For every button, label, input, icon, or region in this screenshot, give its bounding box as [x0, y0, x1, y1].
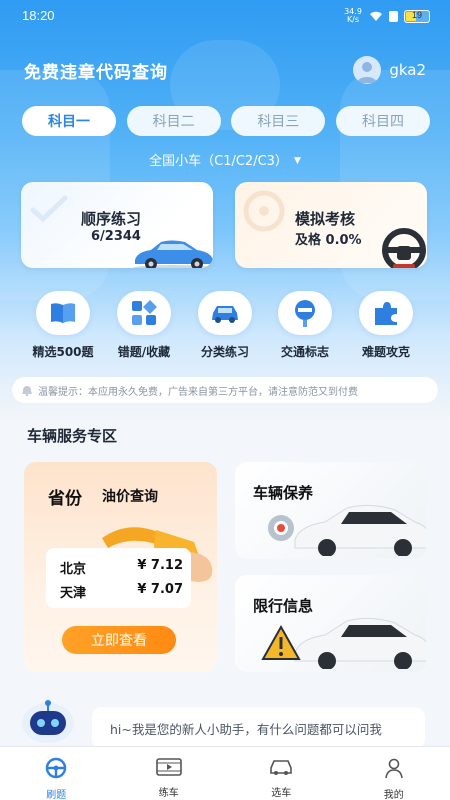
video-icon [155, 758, 182, 776]
avatar-person-icon [357, 62, 378, 83]
tab-choose-car[interactable]: 选车 [225, 747, 338, 800]
page-title: 免费违章代码查询 [24, 63, 168, 83]
tab-label: 选车 [271, 788, 292, 799]
username: gka2 [389, 61, 426, 79]
wifi-icon [370, 11, 382, 21]
grid-icon [132, 300, 157, 325]
quick-item-category[interactable]: 分类练习 [185, 291, 265, 360]
white-car-illustration [294, 504, 426, 556]
tab-subject-4[interactable]: 科目四 [335, 106, 430, 136]
white-car-illustration [294, 617, 426, 669]
sequential-practice-card[interactable]: 顺序练习 6/2344 [21, 182, 213, 268]
gear-icon [268, 515, 294, 541]
quick-item-hard-questions[interactable]: 难题攻克 [346, 291, 426, 360]
quick-item-label: 交通标志 [280, 345, 329, 359]
quick-item-icon-wrap [36, 291, 90, 335]
oil-price-list: 北京 ¥ 7.12 天津 ¥ 7.07 [46, 548, 191, 608]
quick-item-label: 分类练习 [200, 345, 249, 359]
province-label[interactable]: 省份 [48, 484, 82, 509]
book-icon [51, 303, 75, 323]
tab-label: 练车 [158, 788, 179, 799]
section-title-vehicle-services: 车辆服务专区 [27, 427, 118, 445]
city-name: 天津 [60, 586, 87, 601]
price-row: 北京 ¥ 7.12 [60, 558, 183, 577]
battery-level: 19 [411, 9, 422, 20]
price-row: 天津 ¥ 7.07 [60, 582, 183, 601]
tab-label: 刷题 [46, 790, 67, 800]
assistant-bubble: hi~我是您的新人小助手，有什么问题都可以问我 [92, 707, 425, 749]
quick-item-icon-wrap [359, 291, 413, 335]
car-type-selector[interactable]: 全国小车（C1/C2/C3） ▼ [0, 150, 450, 169]
tab-subject-2[interactable]: 科目二 [126, 106, 221, 136]
restriction-card[interactable]: 限行信息 [235, 575, 426, 672]
steering-wheel-illustration [382, 228, 426, 268]
tab-driving-practice[interactable]: 练车 [113, 747, 226, 800]
mock-exam-card[interactable]: 模拟考核 及格 0.0% [235, 182, 427, 268]
car-type-label: 全国小车（C1/C2/C3） [149, 154, 288, 169]
bottom-tab-bar: 刷题 练车 选车 我的 [0, 746, 450, 800]
user-profile[interactable]: gka2 [353, 56, 426, 84]
quick-item-mistakes[interactable]: 错题/收藏 [104, 291, 184, 360]
status-bar: 18:20 34.9 K/s 19 [0, 0, 450, 30]
warning-icon [261, 625, 301, 660]
steering-watermark-icon [243, 190, 285, 232]
oil-price-card[interactable]: 省份 油价查询 北京 ¥ 7.12 天津 ¥ 7.07 立即查看 [24, 462, 217, 672]
quick-item-selected-500[interactable]: 精选500题 [23, 291, 103, 360]
battery-icon: 19 [404, 9, 430, 23]
tab-subject-3[interactable]: 科目三 [231, 106, 326, 136]
subject-tabs: 科目一 科目二 科目三 科目四 [22, 106, 430, 136]
city-name: 北京 [60, 562, 87, 577]
puzzle-icon [375, 302, 397, 325]
avatar[interactable] [353, 56, 382, 84]
tab-practice-questions[interactable]: 刷题 [0, 747, 113, 800]
checkmark-watermark-icon [30, 195, 68, 223]
quick-item-icon-wrap [117, 291, 171, 335]
robot-assistant-icon[interactable] [16, 697, 80, 749]
mock-exam-pass-rate: 及格 0.0% [295, 233, 362, 248]
person-icon [384, 758, 403, 779]
quick-item-traffic-signs[interactable]: 交通标志 [265, 291, 345, 360]
notice-text: 温馨提示：本应用永久免费，广告来自第三方平台，请注意防范又到付费 [38, 386, 358, 398]
blue-car-illustration [133, 240, 213, 268]
quick-item-icon-wrap [198, 291, 252, 335]
quick-item-label: 精选500题 [32, 345, 94, 359]
quick-item-icon-wrap [278, 291, 332, 335]
steering-wheel-icon [46, 757, 67, 779]
city-price: ¥ 7.07 [137, 582, 183, 597]
top-bar: 免费违章代码查询 gka2 [24, 56, 426, 84]
assistant-chat[interactable]: hi~我是您的新人小助手，有什么问题都可以问我 [0, 695, 450, 750]
tab-subject-1[interactable]: 科目一 [22, 106, 116, 136]
mock-exam-label: 模拟考核 [295, 210, 356, 228]
maintenance-card[interactable]: 车辆保养 [235, 462, 426, 559]
tab-mine[interactable]: 我的 [338, 747, 450, 800]
tab-label: 我的 [383, 790, 404, 800]
quick-item-label: 错题/收藏 [117, 345, 171, 359]
sign-icon [295, 300, 315, 327]
notice-bar: 温馨提示：本应用永久免费，广告来自第三方平台，请注意防范又到付费 [12, 377, 438, 403]
car-icon [212, 306, 238, 323]
car-outline-icon [270, 760, 293, 775]
network-speed: 34.9 K/s [344, 7, 362, 24]
bell-icon [22, 385, 32, 396]
quick-item-label: 难题攻克 [361, 345, 410, 359]
sequential-practice-label: 顺序练习 [81, 210, 142, 228]
caret-down-icon: ▼ [293, 156, 301, 166]
city-price: ¥ 7.12 [137, 558, 183, 573]
sim-icon [389, 10, 398, 22]
status-time: 18:20 [22, 8, 55, 23]
view-now-button[interactable]: 立即查看 [62, 626, 176, 654]
system-icons: 34.9 K/s 19 [343, 8, 430, 24]
